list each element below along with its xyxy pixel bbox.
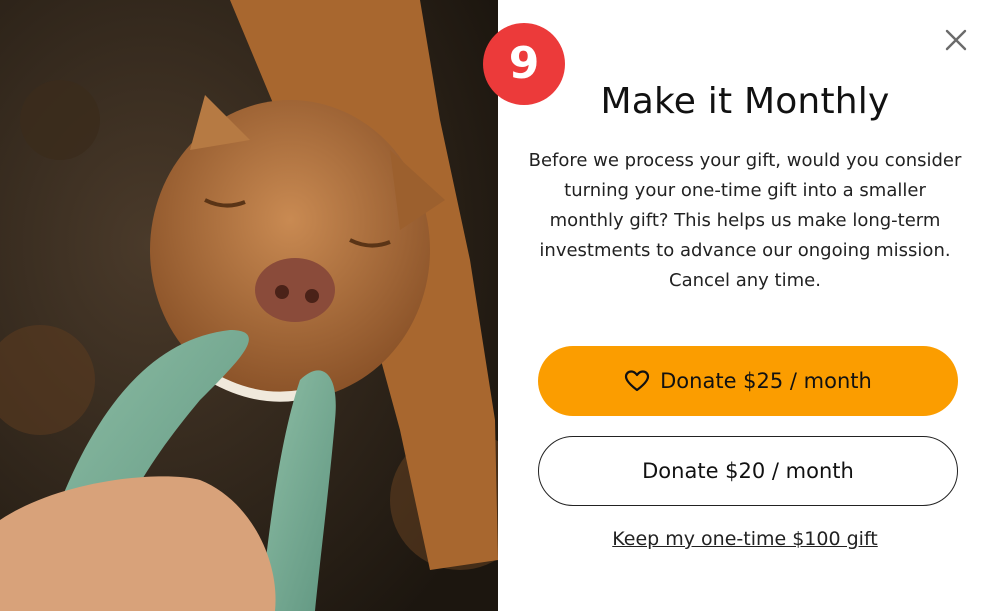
donate-monthly-20-button[interactable]: Donate $20 / month <box>538 436 958 506</box>
modal-title: Make it Monthly <box>600 81 890 122</box>
step-badge: 9 <box>483 23 565 105</box>
heart-icon <box>624 369 650 393</box>
dog-photo <box>0 0 498 611</box>
content-panel: Make it Monthly Before we process your g… <box>498 0 992 611</box>
donate-monthly-25-label: Donate $25 / month <box>660 369 872 393</box>
donate-monthly-20-label: Donate $20 / month <box>642 459 854 483</box>
modal-description: Before we process your gift, would you c… <box>528 150 962 291</box>
close-icon[interactable] <box>942 26 970 54</box>
keep-one-time-gift-link[interactable]: Keep my one-time $100 gift <box>498 528 992 550</box>
monthly-upsell-modal: Make it Monthly Before we process your g… <box>0 0 992 611</box>
donate-monthly-25-button[interactable]: Donate $25 / month <box>538 346 958 416</box>
